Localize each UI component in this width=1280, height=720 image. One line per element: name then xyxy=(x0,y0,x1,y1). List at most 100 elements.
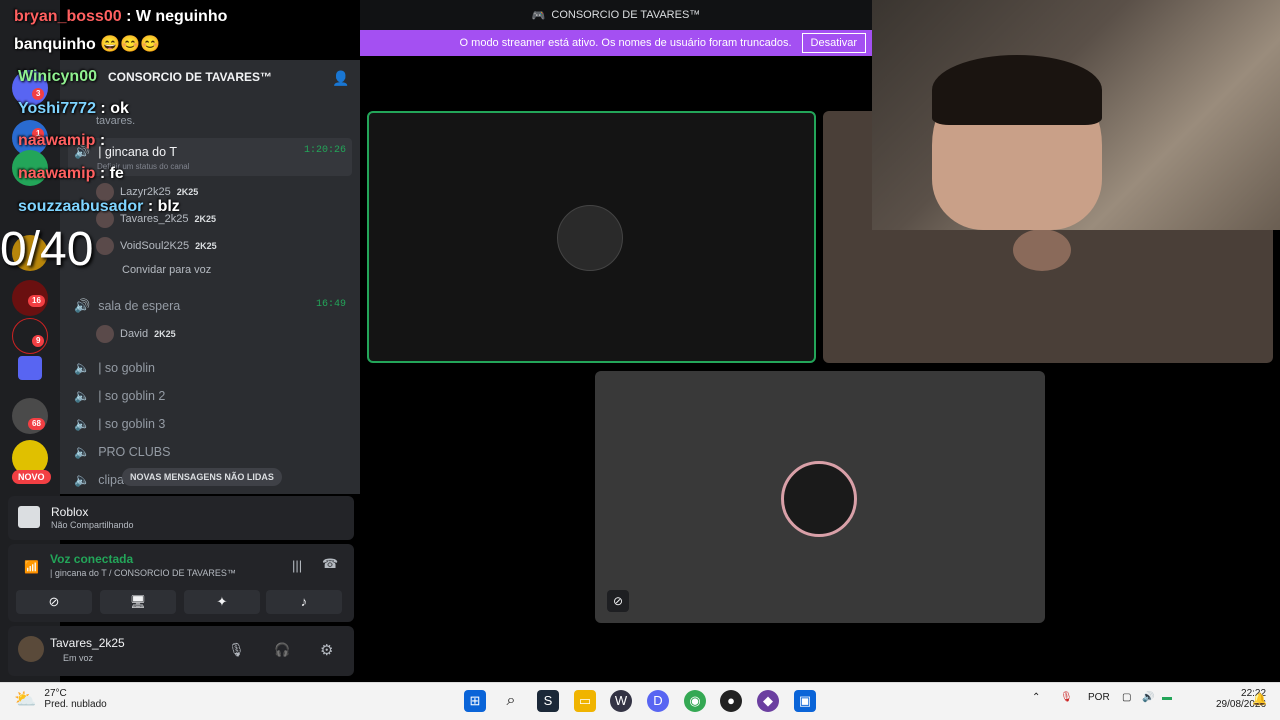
folder-icon[interactable] xyxy=(18,356,42,380)
discord-icon: 🎮 xyxy=(531,9,546,22)
channel-item[interactable]: 🔈 | so goblin 2 xyxy=(74,388,165,404)
username: Lazyr2k25 xyxy=(120,186,171,198)
chat-user: Winicyn00 xyxy=(18,68,97,85)
chat-text: banquinho 😄😊😊 xyxy=(14,36,160,53)
network-icon[interactable]: ▢ xyxy=(1122,692,1131,703)
avatar xyxy=(96,325,114,343)
channel-item[interactable]: 🔈 clipa xyxy=(74,472,124,488)
app-icon[interactable]: ◆ xyxy=(757,690,779,712)
noise-suppression-icon[interactable]: ||| xyxy=(292,558,302,573)
chat-line: bryan_boss00 : W neguinho xyxy=(14,8,227,26)
server-icon[interactable] xyxy=(12,318,48,354)
video-tile[interactable]: ⊘ xyxy=(595,371,1045,623)
channel-timer: 1:20:26 xyxy=(304,145,347,156)
new-badge[interactable]: NOVO xyxy=(12,470,51,484)
unread-messages-pill[interactable]: NOVAS MENSAGENS NÃO LIDAS xyxy=(122,468,282,486)
steam-icon[interactable]: S xyxy=(537,690,559,712)
avatar xyxy=(1013,229,1071,271)
roblox-icon xyxy=(18,506,40,528)
chat-text: : blz xyxy=(147,198,180,215)
video-tile[interactable] xyxy=(367,111,816,363)
user-badge: 2K25 xyxy=(176,187,199,197)
disconnect-icon[interactable]: ☎ xyxy=(322,556,338,572)
channel-timer: 16:49 xyxy=(316,299,347,310)
speaker-icon: 🔈 xyxy=(74,360,91,375)
channel-item[interactable]: 🔈 | so goblin xyxy=(74,360,155,376)
camera-off-button[interactable]: ⊘ xyxy=(16,590,92,614)
invite-label: Convidar para voz xyxy=(122,264,212,276)
notification-icon[interactable]: 🔔 xyxy=(1252,692,1267,706)
chat-text: : ok xyxy=(100,100,129,117)
username: VoidSoul2K25 xyxy=(120,240,190,252)
username: David xyxy=(120,328,149,340)
voice-user[interactable]: David 2K25 xyxy=(96,325,176,343)
rail-badge: 16 xyxy=(28,295,45,307)
discord-icon[interactable]: D xyxy=(647,690,669,712)
weather-icon: ⛅ xyxy=(14,688,37,709)
app-icon[interactable]: ● xyxy=(720,690,742,712)
chat-line: Yoshi7772 : ok xyxy=(18,100,129,118)
streamer-hair xyxy=(932,55,1102,125)
activity-subtitle: Não Compartilhando xyxy=(51,520,134,530)
user-status: Em voz xyxy=(63,653,94,663)
add-member-icon[interactable]: 👤 xyxy=(332,70,349,87)
voice-location[interactable]: | gincana do T / CONSORCIO DE TAVARES™ xyxy=(50,568,236,578)
speaker-icon: 🔊 xyxy=(74,298,91,313)
chat-text: : fe xyxy=(99,165,124,182)
avatar xyxy=(781,461,857,537)
chevron-up-icon[interactable]: ⌃ xyxy=(1032,692,1040,703)
folder-icon[interactable]: ▭ xyxy=(574,690,596,712)
screen-share-button[interactable]: 🖥 xyxy=(100,590,176,614)
banner-message: O modo streamer está ativo. Os nomes de … xyxy=(459,37,792,49)
gear-icon[interactable]: ⚙ xyxy=(320,641,333,659)
user-badge: 2K25 xyxy=(195,241,217,251)
avatar[interactable] xyxy=(18,636,44,662)
speaker-icon: 🔈 xyxy=(74,416,91,431)
battery-icon[interactable]: ▬ xyxy=(1162,692,1172,703)
channel-item[interactable]: 🔈 PRO CLUBS xyxy=(74,444,170,460)
language-indicator[interactable]: POR xyxy=(1088,692,1110,703)
user-panel: Tavares_2k25 Em voz 🎙 🎧 ⚙ xyxy=(8,626,354,676)
chat-line: banquinho 😄😊😊 xyxy=(14,34,160,54)
chat-user: souzzaabusador xyxy=(18,198,144,215)
chat-user: bryan_boss00 xyxy=(14,8,122,25)
channel-name: sala de espera xyxy=(98,299,181,313)
channel-name: | so goblin 3 xyxy=(98,417,166,431)
mic-icon[interactable]: 🎙 xyxy=(228,642,245,658)
volume-icon[interactable]: 🔊 xyxy=(1142,692,1154,703)
window-title: CONSORCIO DE TAVARES™ xyxy=(551,9,701,21)
activities-button[interactable]: ✦ xyxy=(184,590,260,614)
invite-to-voice[interactable]: Convidar para voz xyxy=(122,264,211,276)
chrome-icon[interactable]: ◉ xyxy=(684,690,706,712)
windows-start-icon[interactable]: ⊞ xyxy=(464,690,486,712)
chat-line: naawamip : xyxy=(18,132,105,150)
mic-icon[interactable]: 🎙 xyxy=(1060,692,1073,703)
disable-streamer-button[interactable]: Desativar xyxy=(801,33,866,53)
voice-user[interactable]: VoidSoul2K25 2K25 xyxy=(96,237,217,255)
username[interactable]: Tavares_2k25 xyxy=(50,636,125,650)
server-name[interactable]: CONSORCIO DE TAVARES™ xyxy=(108,70,272,84)
chat-user: naawamip xyxy=(18,132,96,149)
webcam-overlay xyxy=(872,0,1280,230)
channel-item[interactable]: 🔈 | so goblin 3 xyxy=(74,416,165,432)
activity-panel: Roblox Não Compartilhando xyxy=(8,496,354,540)
channel-name: clipa xyxy=(98,473,124,487)
voice-status[interactable]: Voz conectada xyxy=(50,552,133,566)
headphones-icon[interactable]: 🎧 xyxy=(274,642,290,658)
channel-sala-de-espera[interactable]: 🔊 sala de espera xyxy=(74,298,180,314)
avatar xyxy=(557,205,623,271)
app-icon[interactable]: ▣ xyxy=(794,690,816,712)
window-titlebar: 🎮 CONSORCIO DE TAVARES™ xyxy=(360,0,872,30)
chat-text: : W neguinho xyxy=(126,8,228,25)
app-icon[interactable]: W xyxy=(610,690,632,712)
search-icon[interactable]: ⌕ xyxy=(500,690,522,712)
weather-temp: 27°C xyxy=(44,688,67,699)
soundboard-button[interactable]: ♪ xyxy=(266,590,342,614)
avatar xyxy=(96,237,114,255)
weather-widget[interactable]: ⛅ 27°C Pred. nublado xyxy=(14,688,107,710)
goal-counter: 0/40 xyxy=(0,223,94,276)
video-off-icon[interactable]: ⊘ xyxy=(607,590,629,612)
speaker-icon: 🔈 xyxy=(74,444,91,459)
rail-badge: 68 xyxy=(28,418,45,430)
chat-line: Winicyn00 xyxy=(18,68,97,86)
